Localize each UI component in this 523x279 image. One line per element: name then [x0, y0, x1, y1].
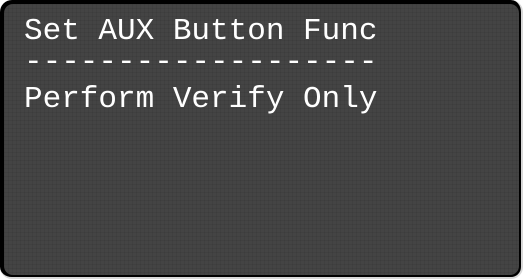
title-separator: -------------------	[24, 45, 378, 80]
selected-option: Perform Verify Only	[24, 82, 378, 117]
lcd-bezel: Set AUX Button Func ------------------- …	[0, 0, 523, 279]
lcd-screen: Set AUX Button Func ------------------- …	[4, 4, 519, 275]
